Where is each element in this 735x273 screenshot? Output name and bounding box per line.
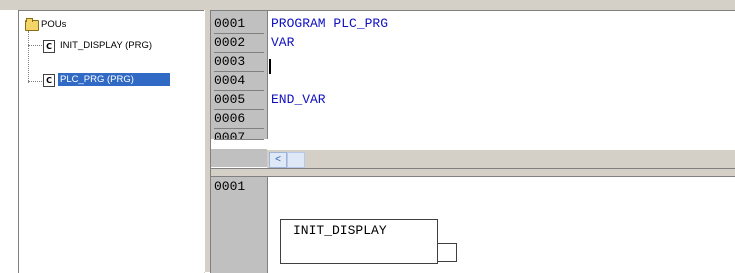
scroll-thumb[interactable] (287, 152, 305, 168)
program-icon: C (43, 74, 55, 87)
top-border (0, 0, 735, 10)
scroll-left-button[interactable]: < (269, 152, 287, 168)
tree-item-init-display[interactable]: C INIT_DISPLAY (PRG) (41, 38, 201, 54)
line-number: 0005 (214, 91, 264, 110)
code-editor[interactable]: 0001 0002 0003 0004 0005 0006 0007 PROGR… (210, 10, 735, 273)
codesys-editor-window: POUs C INIT_DISPLAY (PRG) C PLC_PRG (PRG… (0, 0, 735, 273)
line-number: 0003 (214, 53, 264, 72)
function-block-label: INIT_DISPLAY (293, 223, 387, 238)
line-number: 0007 (214, 129, 264, 140)
tree-item-plc-prg-label: PLC_PRG (PRG) (58, 73, 170, 86)
function-block-output-pin[interactable] (437, 243, 457, 262)
scroll-corner (211, 149, 267, 167)
line-number: 0001 (214, 15, 264, 34)
network-number: 0001 (214, 179, 246, 194)
code-line[interactable]: PROGRAM PLC_PRG (271, 15, 388, 33)
folder-icon (25, 18, 39, 31)
line-number: 0004 (214, 72, 264, 91)
pane-divider[interactable] (211, 168, 735, 177)
tree-connector (28, 45, 42, 46)
code-line[interactable]: VAR (271, 34, 294, 52)
tree-connector (28, 81, 42, 82)
tree-item-plc-prg[interactable]: C PLC_PRG (PRG) (41, 72, 201, 88)
code-line[interactable]: END_VAR (271, 91, 326, 109)
line-number: 0002 (214, 34, 264, 53)
tree-item-init-display-label: INIT_DISPLAY (PRG) (60, 40, 153, 51)
text-cursor (269, 59, 271, 74)
pou-tree-panel: POUs C INIT_DISPLAY (PRG) C PLC_PRG (PRG… (18, 10, 205, 273)
horizontal-scrollbar[interactable]: < (267, 149, 735, 168)
tree-item-pous-label: POUs (41, 19, 67, 30)
program-icon: C (43, 40, 55, 53)
line-number: 0006 (214, 110, 264, 129)
tree-item-pous[interactable]: POUs (23, 17, 143, 33)
function-block-init-display[interactable]: INIT_DISPLAY (280, 219, 438, 264)
tree-connector (28, 31, 29, 83)
